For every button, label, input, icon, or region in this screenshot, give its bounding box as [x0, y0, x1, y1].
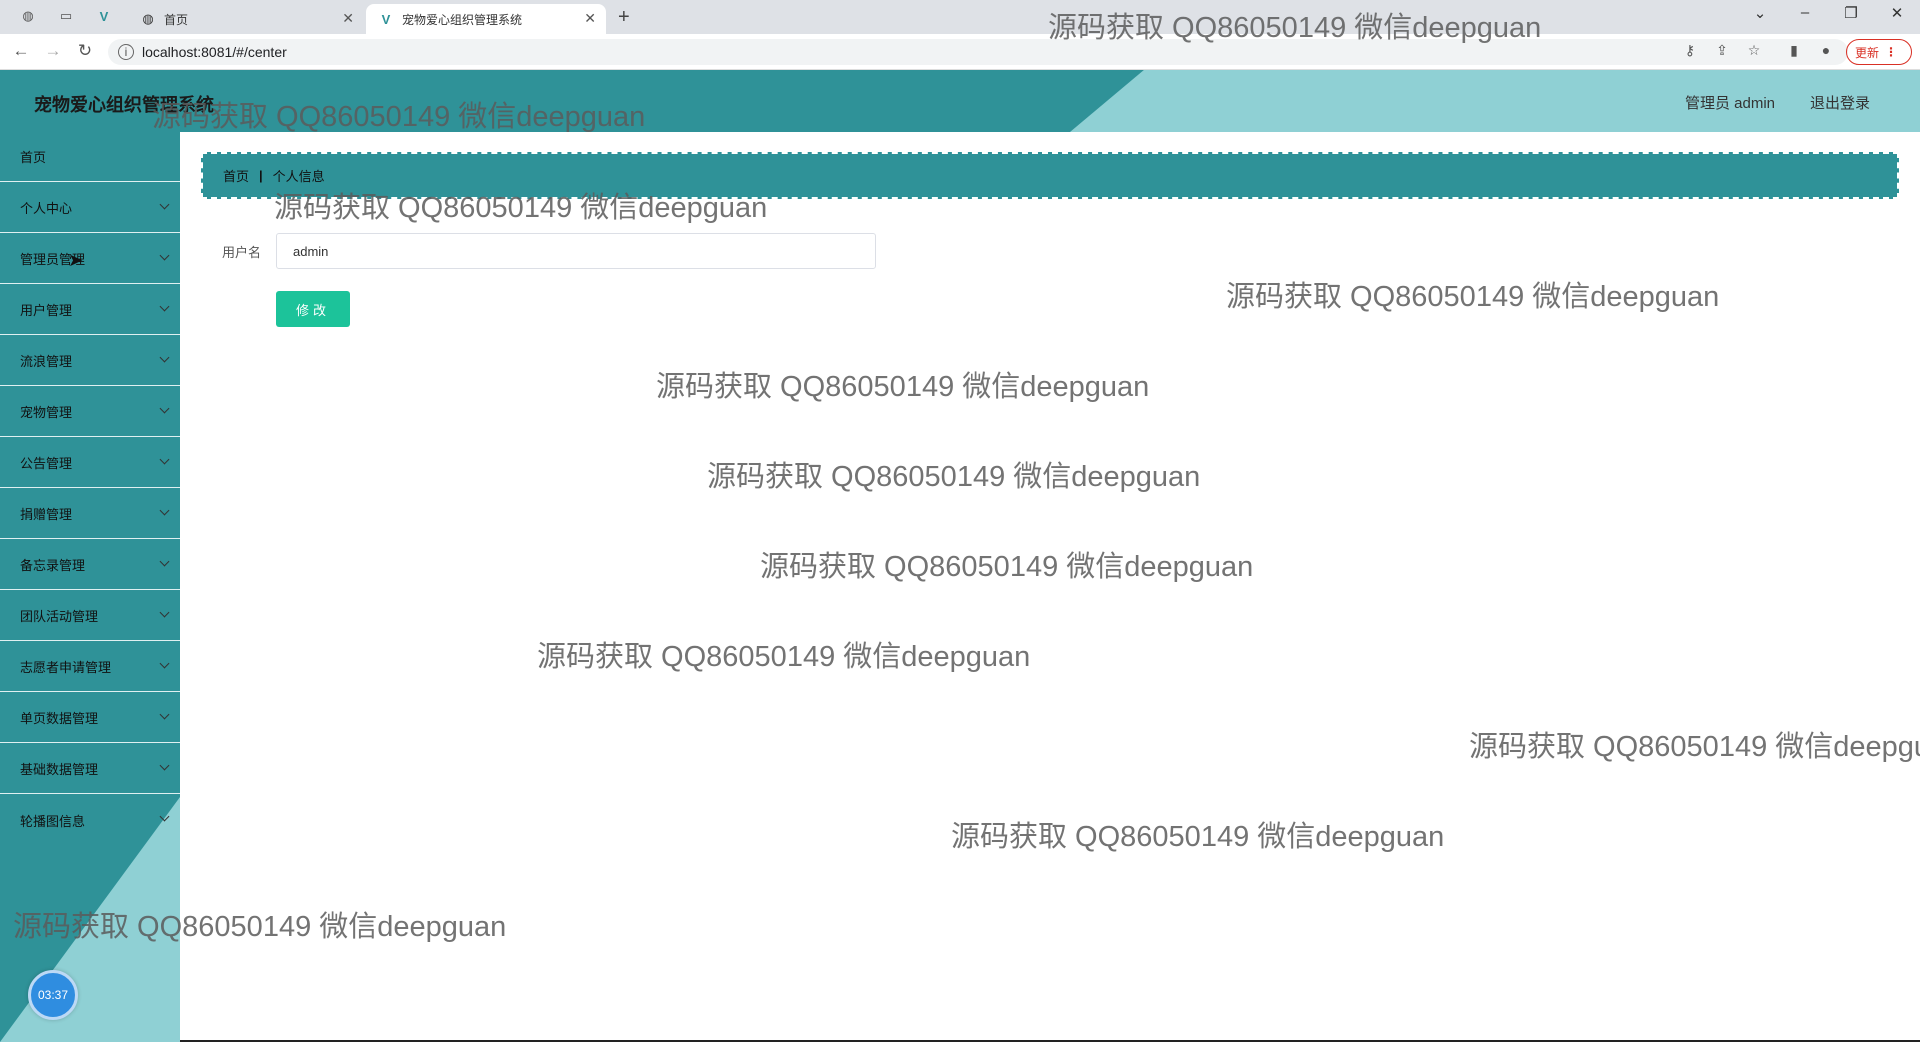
close-icon[interactable]: ✕ — [584, 10, 596, 27]
sidebar-item-admin[interactable]: 管理员管理 — [0, 234, 180, 284]
vue-icon[interactable]: V — [96, 8, 112, 24]
watermark-text: 源码获取 QQ86050149 微信deepguan — [760, 551, 1254, 583]
more-icon: ⋮ — [1885, 45, 1898, 59]
breadcrumb-separator: | — [259, 168, 263, 183]
logout-link[interactable]: 退出登录 — [1810, 92, 1870, 113]
chevron-down-icon — [159, 199, 170, 210]
sidebar-item-home[interactable]: 首页 — [0, 132, 180, 182]
chevron-down-icon — [159, 760, 170, 771]
update-button[interactable]: 更新 ⋮ — [1846, 39, 1912, 65]
key-icon[interactable]: ⚷ — [1680, 42, 1700, 59]
header-decoration — [1070, 70, 1920, 132]
chevron-down-icon — [159, 301, 170, 312]
sidebar-item-pets[interactable]: 宠物管理 — [0, 387, 180, 437]
chevron-down-icon — [159, 607, 170, 618]
back-icon[interactable]: ← — [10, 41, 32, 61]
minimize-icon[interactable]: – — [1790, 4, 1820, 21]
app-title: 宠物爱心组织管理系统 — [34, 95, 214, 115]
new-tab-icon[interactable]: + — [618, 6, 630, 29]
username-input[interactable] — [276, 233, 876, 269]
browser-tab-bar: ◍ ▭ V ◍ 首页 ✕ V 宠物爱心组织管理系统 ✕ + ⌄ – ❐ ✕ — [0, 0, 1920, 34]
globe-icon: ◍ — [142, 11, 154, 26]
sidebar-item-team-activities[interactable]: 团队活动管理 — [0, 591, 180, 641]
sidebar-item-announcements[interactable]: 公告管理 — [0, 438, 180, 488]
chevron-down-icon — [159, 811, 170, 822]
breadcrumb: 首页 | 个人信息 — [201, 152, 1899, 199]
url-text[interactable]: localhost:8081/#/center — [142, 44, 287, 60]
chevron-down-icon — [159, 658, 170, 669]
browser-tab-app[interactable]: V 宠物爱心组织管理系统 ✕ — [366, 4, 606, 34]
sidebar-item-strays[interactable]: 流浪管理 — [0, 336, 180, 386]
restore-icon[interactable]: ❐ — [1836, 4, 1866, 22]
side-panel-icon[interactable]: ▮ — [1784, 42, 1804, 59]
clock-widget[interactable]: 03:37 — [28, 970, 78, 1020]
chevron-down-icon — [159, 403, 170, 414]
url-bar[interactable]: i localhost:8081/#/center — [108, 39, 1848, 65]
sidebar-item-carousel[interactable]: 轮播图信息 — [0, 795, 180, 845]
breadcrumb-home[interactable]: 首页 — [223, 166, 249, 185]
browser-address-bar: ← → ↻ i localhost:8081/#/center ⚷ ⇪ ☆ ▮ … — [0, 34, 1920, 70]
sidebar-item-personal-center[interactable]: 个人中心 — [0, 183, 180, 233]
app-header: 宠物爱心组织管理系统 管理员 admin 退出登录 — [0, 70, 1920, 132]
reload-icon[interactable]: ↻ — [74, 41, 96, 61]
current-user: 管理员 admin — [1685, 95, 1776, 112]
watermark-text: 源码获取 QQ86050149 微信deepguan — [1226, 281, 1720, 313]
star-icon[interactable]: ☆ — [1744, 42, 1764, 59]
chevron-down-icon — [159, 709, 170, 720]
sidebar-item-base-data[interactable]: 基础数据管理 — [0, 744, 180, 794]
sidebar: 首页 个人中心 管理员管理 用户管理 流浪管理 宠物管理 公告管理 捐赠管理 备… — [0, 132, 180, 1042]
chevron-down-icon[interactable]: ⌄ — [1745, 4, 1775, 22]
forward-icon[interactable]: → — [42, 41, 64, 61]
sidebar-item-memos[interactable]: 备忘录管理 — [0, 540, 180, 590]
username-label: 用户名 — [222, 245, 262, 260]
globe-icon[interactable]: ◍ — [20, 8, 36, 24]
modify-button[interactable]: 修改 — [276, 291, 350, 327]
sidebar-item-volunteer-applications[interactable]: 志愿者申请管理 — [0, 642, 180, 692]
vue-icon: V — [381, 11, 391, 27]
profile-icon[interactable]: ● — [1816, 42, 1836, 58]
watermark-text: 源码获取 QQ86050149 微信deepguan — [1469, 731, 1920, 763]
watermark-text: 源码获取 QQ86050149 微信deepguan — [951, 821, 1445, 853]
watermark-text: 源码获取 QQ86050149 微信deepguan — [537, 641, 1031, 673]
blank-tab-icon[interactable]: ▭ — [58, 8, 74, 24]
chevron-down-icon — [159, 250, 170, 261]
chevron-down-icon — [159, 556, 170, 567]
sidebar-item-single-page-data[interactable]: 单页数据管理 — [0, 693, 180, 743]
watermark-text: 源码获取 QQ86050149 微信deepguan — [656, 371, 1150, 403]
sidebar-item-donations[interactable]: 捐赠管理 — [0, 489, 180, 539]
chevron-down-icon — [159, 352, 170, 363]
info-icon[interactable]: i — [118, 44, 134, 60]
close-icon[interactable]: ✕ — [342, 10, 354, 27]
browser-tab-home[interactable]: ◍ 首页 ✕ — [128, 4, 364, 34]
chevron-down-icon — [159, 505, 170, 516]
close-window-icon[interactable]: ✕ — [1882, 4, 1912, 22]
mouse-cursor-icon: ➤ — [68, 250, 84, 270]
watermark-text: 源码获取 QQ86050149 微信deepguan — [707, 461, 1201, 493]
chevron-down-icon — [159, 454, 170, 465]
sidebar-item-users[interactable]: 用户管理 — [0, 285, 180, 335]
breadcrumb-current: 个人信息 — [272, 169, 325, 184]
share-icon[interactable]: ⇪ — [1712, 42, 1732, 59]
